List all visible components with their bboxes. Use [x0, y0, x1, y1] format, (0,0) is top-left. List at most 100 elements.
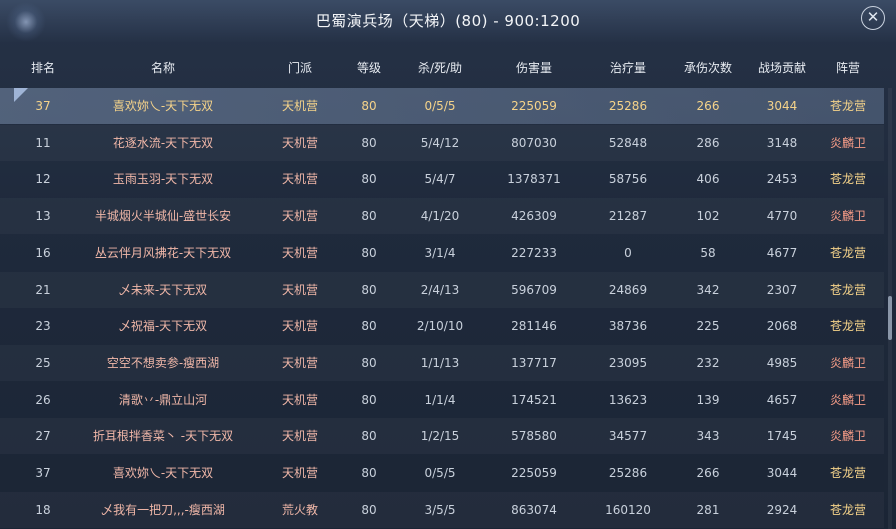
table-row[interactable]: 23 乄祝福-天下无双 天机营 80 2/10/10 281146 38736 225 2068… [0, 308, 884, 344]
cell-sect: 天机营 [281, 319, 318, 334]
table-row[interactable]: 18 乄我有一把刀,,,-瘦西湖 荒火教 80 3/5/5 863074 160120 281… [0, 492, 884, 528]
cell-name: 丛云伴月风拂花-天下无双 [94, 245, 232, 260]
cell-contrib: 4985 [766, 355, 798, 370]
cell-name: 清歌丷-鼎立山河 [118, 392, 208, 407]
close-button[interactable]: ✕ [861, 6, 885, 30]
table-row[interactable]: 37 喜欢妳乀-天下无双 天机营 80 0/5/5 225059 25286 266 3044 苍… [0, 455, 884, 491]
cell-contrib: 3148 [766, 135, 798, 150]
table-row[interactable]: 25 空空不想卖参-瘦西湖 天机营 80 1/1/13 137717 23095 232 498… [0, 345, 884, 381]
cell-faction: 苍龙营 [829, 466, 866, 480]
column-header-kda[interactable]: 杀/死/助 [400, 54, 480, 82]
cell-name: 喜欢妳乀-天下无双 [112, 466, 214, 480]
column-header-rank[interactable]: 排名 [20, 54, 66, 82]
cell-rank: 16 [35, 245, 51, 260]
cell-rank: 12 [35, 172, 51, 187]
scrollbar[interactable] [888, 88, 892, 529]
cell-rank: 18 [35, 502, 51, 517]
table-row[interactable]: 26 清歌丷-鼎立山河 天机营 80 1/1/4 174521 13623 139 4657 炎麟… [0, 382, 884, 418]
column-header-damage[interactable]: 伤害量 [494, 54, 574, 82]
cell-kda: 1/2/15 [420, 429, 460, 444]
cell-level: 80 [361, 172, 377, 187]
cell-kda: 3/1/4 [424, 245, 456, 260]
cell-hits: 281 [696, 502, 720, 517]
cell-faction: 炎麟卫 [829, 355, 866, 370]
cell-faction: 苍龙营 [829, 502, 866, 517]
column-header-sect[interactable]: 门派 [270, 54, 330, 82]
cell-sect: 天机营 [281, 392, 318, 407]
cell-heal: 25286 [608, 466, 648, 480]
cell-heal: 34577 [608, 429, 648, 444]
cell-rank: 27 [35, 429, 51, 444]
cell-heal: 24869 [608, 282, 648, 297]
cell-rank: 23 [35, 319, 51, 334]
column-header-hits[interactable]: 承伤次数 [676, 54, 740, 82]
cell-hits: 58 [700, 245, 716, 260]
cell-damage: 227233 [511, 245, 557, 260]
cell-contrib: 4657 [766, 392, 798, 407]
cell-hits: 225 [696, 319, 720, 334]
window-title: 巴蜀演兵场（天梯）(80) - 900:1200 [315, 12, 581, 30]
table-row[interactable]: 37 喜欢妳乀-天下无双 天机营 80 0/5/5 225059 25286 266 3044 苍… [0, 88, 884, 124]
cell-name: 折耳根拌香菜丶 -天下无双 [92, 429, 234, 444]
cell-damage: 596709 [511, 282, 557, 297]
cell-hits: 343 [696, 429, 720, 444]
table-header: 排名 名称 门派 等级 杀/死/助 伤害量 治疗量 承伤次数 战场贡献 阵营 [0, 54, 884, 82]
table-row[interactable]: 12 玉雨玉羽-天下无双 天机营 80 5/4/7 1378371 58756 406 2453… [0, 161, 884, 197]
cell-faction: 炎麟卫 [829, 392, 866, 407]
cell-hits: 232 [696, 355, 720, 370]
cell-faction: 苍龙营 [829, 319, 866, 334]
cell-damage: 225059 [511, 466, 557, 480]
cell-contrib: 2307 [766, 282, 798, 297]
cell-level: 80 [361, 466, 377, 480]
cell-hits: 102 [696, 209, 720, 224]
cell-faction: 炎麟卫 [829, 209, 866, 224]
cell-sect: 天机营 [281, 209, 318, 224]
cell-level: 80 [361, 245, 377, 260]
cell-damage: 281146 [511, 319, 557, 334]
cell-faction: 苍龙营 [829, 99, 866, 113]
scroll-thumb[interactable] [888, 296, 892, 340]
cell-hits: 406 [696, 172, 720, 187]
cell-contrib: 4677 [766, 245, 798, 260]
column-header-heal[interactable]: 治疗量 [590, 54, 666, 82]
cell-heal: 25286 [608, 99, 648, 113]
cell-sect: 荒火教 [281, 502, 318, 517]
cell-contrib: 2924 [766, 502, 798, 517]
cell-damage: 578580 [511, 429, 557, 444]
column-header-contrib[interactable]: 战场贡献 [750, 54, 814, 82]
cell-faction: 苍龙营 [829, 172, 866, 187]
table-row[interactable]: 21 乄未来-天下无双 天机营 80 2/4/13 596709 24869 342 2307 苍… [0, 272, 884, 308]
cell-damage: 426309 [511, 209, 557, 224]
cell-heal: 13623 [608, 392, 648, 407]
cell-kda: 5/4/7 [424, 172, 456, 187]
cell-kda: 1/1/4 [424, 392, 456, 407]
cell-contrib: 3044 [766, 466, 798, 480]
table-row[interactable]: 13 半城烟火半城仙-盛世长安 天机营 80 4/1/20 426309 21287 102 4… [0, 198, 884, 234]
cell-name: 喜欢妳乀-天下无双 [112, 99, 214, 113]
column-header-level[interactable]: 等级 [342, 54, 396, 82]
cell-contrib: 2068 [766, 319, 798, 334]
cell-faction: 苍龙营 [829, 245, 866, 260]
cell-hits: 342 [696, 282, 720, 297]
cell-hits: 266 [696, 466, 720, 480]
cell-name: 玉雨玉羽-天下无双 [112, 172, 214, 187]
column-header-name[interactable]: 名称 [80, 54, 246, 82]
cell-damage: 225059 [511, 99, 557, 113]
table-row[interactable]: 27 折耳根拌香菜丶 -天下无双 天机营 80 1/2/15 578580 34577 343… [0, 418, 884, 454]
cell-name: 乄祝福-天下无双 [118, 319, 208, 334]
cell-level: 80 [361, 502, 377, 517]
cell-rank: 21 [35, 282, 51, 297]
cell-level: 80 [361, 282, 377, 297]
table-row[interactable]: 11 花逐水流-天下无双 天机营 80 5/4/12 807030 52848 286 3148… [0, 125, 884, 161]
cell-heal: 0 [624, 245, 632, 260]
column-header-faction[interactable]: 阵营 [820, 54, 876, 82]
cell-sect: 天机营 [281, 355, 318, 370]
cell-name: 花逐水流-天下无双 [112, 135, 214, 150]
cell-heal: 21287 [608, 209, 648, 224]
table-row[interactable]: 16 丛云伴月风拂花-天下无双 天机营 80 3/1/4 227233 0 58 4677 苍龙营 [0, 235, 884, 271]
cell-level: 80 [361, 99, 377, 113]
cell-damage: 1378371 [507, 172, 561, 187]
cell-contrib: 2453 [766, 172, 798, 187]
cell-heal: 160120 [605, 502, 651, 517]
cell-heal: 52848 [608, 135, 648, 150]
